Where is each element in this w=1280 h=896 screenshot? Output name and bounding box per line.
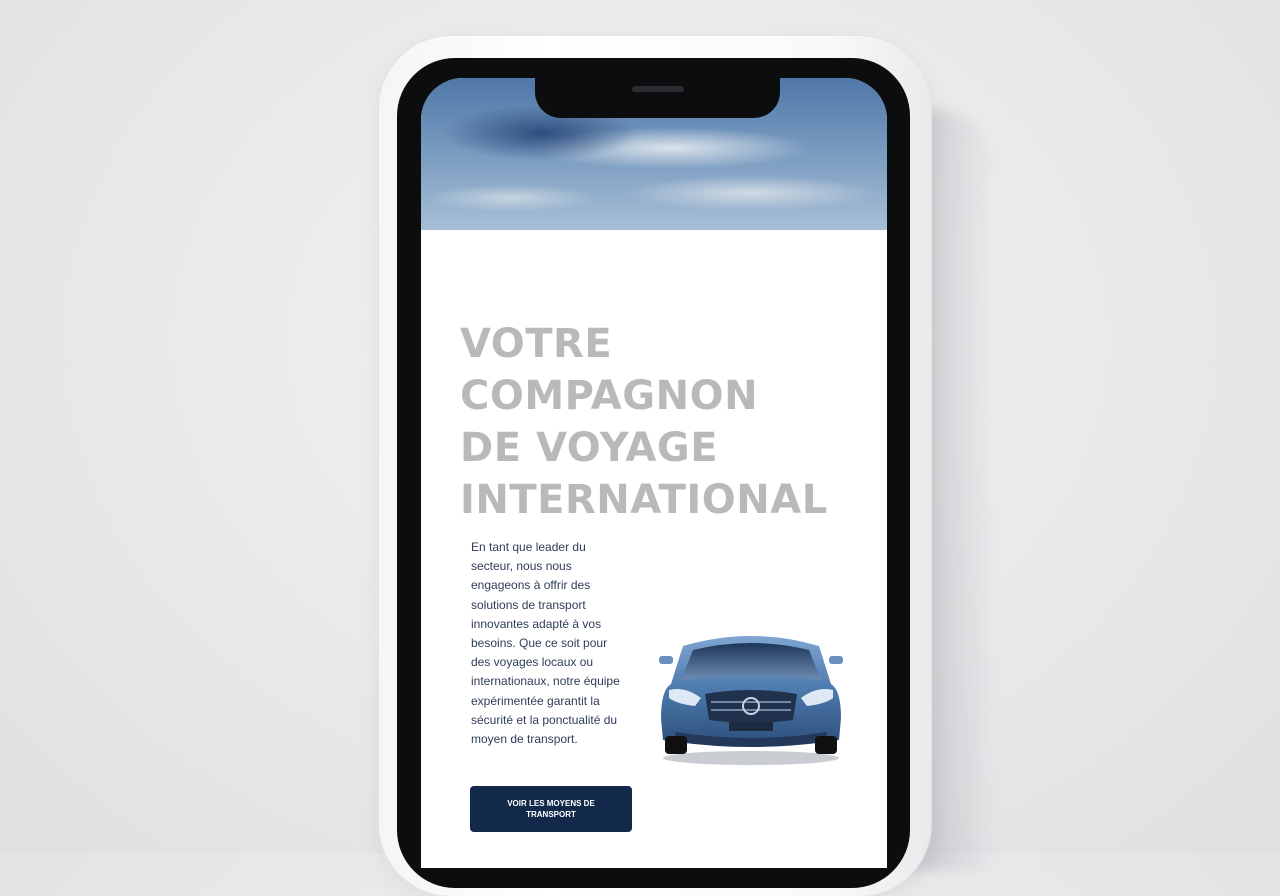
hero-headline: VOTRE COMPAGNON DE VOYAGE INTERNATIONAL [460, 318, 860, 526]
view-transport-button[interactable]: VOIR LES MOYENS DE TRANSPORT [470, 786, 632, 832]
headline-line: INTERNATIONAL [460, 477, 828, 523]
headline-line: DE VOYAGE [460, 425, 719, 471]
headline-line: VOTRE [460, 321, 613, 367]
headline-line: COMPAGNON [460, 373, 759, 419]
speaker-grille-icon [632, 86, 684, 92]
car-icon [659, 636, 843, 765]
hero-description: En tant que leader du secteur, nous nous… [471, 540, 620, 747]
phone-notch [535, 70, 780, 118]
